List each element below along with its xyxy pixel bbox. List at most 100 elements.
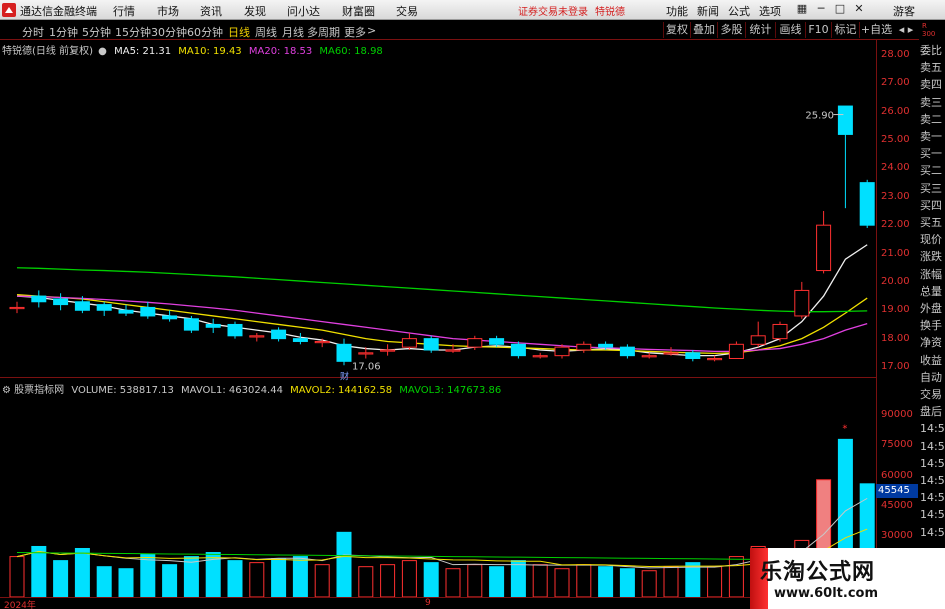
volume-bar: [728, 556, 744, 597]
candle-body: [53, 298, 69, 306]
crosshair-value-marker: 45545: [876, 484, 918, 498]
volume-bar: [663, 566, 679, 597]
menu-item-assistant[interactable]: 问小达: [287, 3, 320, 19]
volume-bar: [532, 564, 548, 597]
side-panel-item: 14:5: [920, 525, 945, 539]
more-arrow-icon[interactable]: >: [367, 24, 376, 37]
scroll-arrows-icon[interactable]: ◂ ▸: [893, 22, 919, 38]
volume-bar: [314, 564, 330, 597]
finance-tag: 财: [340, 370, 349, 382]
overlay-button[interactable]: 叠加: [690, 22, 717, 38]
candle-body: [619, 346, 635, 357]
mark-button[interactable]: 标记: [831, 22, 859, 38]
candle-body: [118, 309, 134, 314]
menu-item-market[interactable]: 行情: [113, 3, 135, 19]
side-panel-item: 买二: [920, 164, 942, 178]
period-tab-1min[interactable]: 1分钟: [49, 24, 78, 40]
candle-body: [750, 335, 766, 345]
candle-body: [445, 349, 461, 352]
period-tab-intraday[interactable]: 分时: [22, 24, 44, 40]
add-watchlist-button[interactable]: +自选: [859, 22, 893, 38]
volume-bar: [358, 566, 374, 597]
period-tab-15min[interactable]: 15分钟: [115, 24, 151, 40]
volume-bar: [685, 562, 701, 597]
volume-bar: [249, 562, 265, 597]
restore-rights-button[interactable]: 复权: [663, 22, 690, 38]
grid-icon[interactable]: ▦: [795, 2, 809, 16]
period-tab-60min[interactable]: 60分钟: [187, 24, 223, 40]
volume-bar: [489, 566, 505, 597]
menu-item-trade[interactable]: 交易: [396, 3, 418, 19]
volume-bar: [598, 566, 614, 597]
volume-bar: [576, 564, 592, 597]
price-axis: 28.00 27.00 26.00 25.00 24.00 23.00 22.00 21.00…: [876, 40, 919, 600]
candle-body: [576, 343, 592, 351]
price-tick-label: 22.00: [881, 219, 910, 231]
volume-bar: [641, 570, 657, 597]
candle-body: [859, 182, 875, 226]
side-panel-item: 外盘: [920, 302, 942, 315]
date-year-label: 2024年: [4, 601, 36, 609]
login-notice[interactable]: 证券交易未登录: [518, 3, 588, 18]
menu-item-options[interactable]: 选项: [759, 3, 781, 19]
side-panel-item: 卖一: [920, 130, 942, 143]
candle-body: [510, 343, 526, 357]
menu-item-wealth[interactable]: 财富圈: [342, 3, 375, 19]
menu-item-markets[interactable]: 市场: [157, 3, 179, 19]
watermark-url: www.60lt.com: [774, 586, 879, 601]
candle-body: [162, 315, 178, 320]
app-title: 通达信金融终端: [20, 5, 97, 18]
close-icon[interactable]: ✕: [852, 2, 866, 16]
draw-line-button[interactable]: 画线: [775, 22, 805, 38]
period-tab-monthly[interactable]: 月线: [282, 24, 304, 40]
menu-item-formula[interactable]: 公式: [728, 3, 750, 19]
price-tick-label: 17.00: [881, 361, 910, 372]
candle-body: [641, 355, 657, 358]
side-panel-item: 14:5: [920, 422, 945, 436]
high-price-label: 25.90: [805, 111, 834, 122]
candle-body: [423, 338, 439, 351]
period-tab-daily[interactable]: 日线: [228, 24, 250, 40]
menu-item-news[interactable]: 资讯: [200, 3, 222, 19]
period-tab-30min[interactable]: 30分钟: [151, 24, 187, 40]
candle-body: [489, 338, 505, 345]
candle-body: [249, 335, 265, 338]
candle-body: [140, 306, 156, 317]
price-tick-label: 24.00: [881, 162, 910, 174]
f10-button[interactable]: F10: [805, 22, 831, 38]
restore-icon[interactable]: □: [833, 2, 847, 16]
menu-item-function[interactable]: 功能: [666, 3, 688, 19]
price-tick-label: 19.00: [881, 304, 910, 316]
volume-bar: [510, 560, 526, 597]
stats-button[interactable]: 统计: [745, 22, 775, 38]
ma-line-ma20: [16, 295, 868, 353]
period-tab-multi[interactable]: 多周期: [307, 24, 340, 40]
menu-item-discover[interactable]: 发现: [244, 3, 266, 19]
side-panel-item: 卖三: [920, 95, 942, 109]
candle-body: [9, 306, 25, 310]
period-tab-more[interactable]: 更多: [344, 24, 366, 40]
price-tick-label: 20.00: [881, 275, 910, 287]
volume-bar: [53, 560, 69, 597]
watermark-title: 乐淘公式网: [760, 560, 876, 585]
period-tab-5min[interactable]: 5分钟: [82, 24, 111, 40]
volume-bar: [118, 568, 134, 597]
volume-tick-label: 90000: [881, 409, 913, 421]
side-top-badge: R 300: [919, 20, 945, 40]
multi-stock-button[interactable]: 多股: [717, 22, 745, 38]
candle-body: [728, 343, 744, 359]
date-month-label: 9: [425, 598, 431, 608]
minimize-icon[interactable]: ─: [814, 2, 828, 16]
volume-tick-label: 75000: [881, 439, 913, 451]
side-panel-item: 自动: [920, 370, 942, 384]
candle-body: [598, 343, 614, 348]
menu-item-news-right[interactable]: 新闻: [697, 3, 719, 19]
side-panel-item: 14:5: [920, 456, 945, 470]
side-panel-item: 买五: [920, 216, 942, 229]
candle-body: [837, 105, 853, 135]
guest-label[interactable]: 游客: [893, 3, 915, 19]
volume-bar: [31, 545, 47, 597]
period-tab-weekly[interactable]: 周线: [255, 24, 277, 40]
kline-chart[interactable]: 25.90 17.06财 *: [0, 40, 876, 597]
side-panel-item: 14:5: [920, 439, 945, 453]
